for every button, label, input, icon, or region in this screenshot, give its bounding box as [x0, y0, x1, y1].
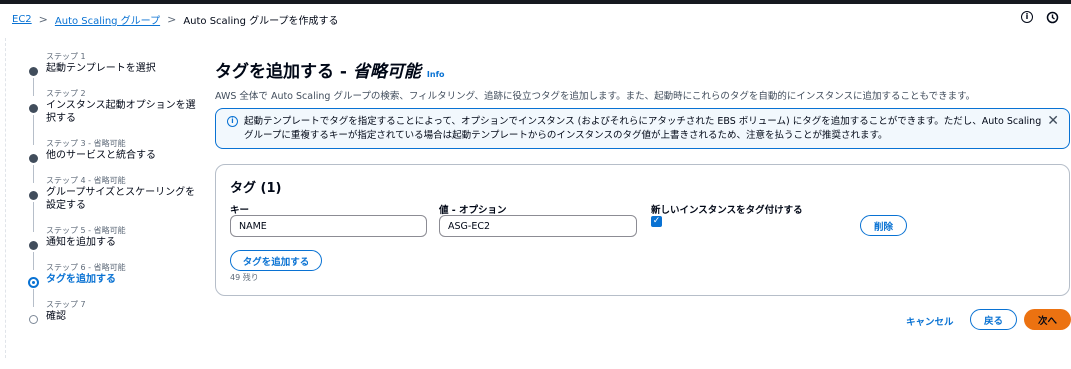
step-complete-icon [29, 241, 38, 250]
step-complete-icon [29, 67, 38, 76]
value-label: 値 - オプション [439, 205, 507, 216]
tag-key-input[interactable]: NAME [230, 215, 427, 237]
chevron-right-icon: > [167, 13, 177, 26]
step-title: 確認 [46, 311, 66, 322]
step-number: ステップ 7 [46, 300, 86, 309]
page-title: タグを追加する - 省略可能 Info [215, 57, 1071, 82]
add-tag-button[interactable]: タグを追加する [230, 250, 322, 271]
step-number: ステップ 4 - 省略可能 [46, 176, 126, 185]
step-title: 起動テンプレートを選択 [46, 63, 156, 74]
key-label: キー [230, 205, 250, 216]
cancel-button[interactable]: キャンセル [906, 314, 954, 328]
step-pending-icon [29, 315, 38, 324]
wizard-step-6[interactable]: ステップ 6 - 省略可能 タグを追加する [28, 263, 196, 307]
tags-remaining: 49 残り [230, 273, 259, 282]
nav-divider [0, 38, 6, 358]
breadcrumb-auto-scaling-groups[interactable]: Auto Scaling グループ [55, 12, 160, 27]
step-title: インスタンス起動オプションを選択する [46, 100, 196, 124]
tags-panel-title: タグ (1) [230, 181, 282, 196]
step-title: 他のサービスと統合する [46, 150, 156, 161]
tag-value-input[interactable]: ASG-EC2 [439, 215, 637, 237]
step-title: 通知を追加する [46, 237, 116, 248]
header-tools: i [1021, 11, 1059, 24]
step-complete-icon [29, 104, 38, 113]
alert-text: 起動テンプレートでタグを指定することによって、オプションでインスタンス (および… [244, 116, 1042, 141]
info-circle-icon[interactable]: i [1021, 11, 1033, 23]
page-header: タグを追加する - 省略可能 Info AWS 全体で Auto Scaling… [215, 57, 1071, 102]
tags-panel: タグ (1) キー 値 - オプション 新しいインスタンスをタグ付けする NAM… [215, 164, 1070, 296]
info-circle-icon: i [227, 116, 238, 127]
step-current-icon [28, 277, 39, 288]
info-alert: i 起動テンプレートでタグを指定することによって、オプションでインスタンス (お… [215, 108, 1070, 149]
breadcrumb-ec2[interactable]: EC2 [12, 14, 32, 25]
propagate-checkbox[interactable]: ✓ [651, 216, 662, 227]
next-button[interactable]: 次へ [1024, 309, 1071, 330]
close-icon[interactable]: ✕ [1047, 114, 1059, 128]
step-number: ステップ 5 - 省略可能 [46, 226, 126, 235]
page-title-optional: 省略可能 [352, 62, 421, 82]
clock-icon[interactable] [1046, 11, 1059, 24]
wizard-step-5[interactable]: ステップ 5 - 省略可能 通知を追加する [28, 226, 196, 270]
wizard-step-2[interactable]: ステップ 2 インスタンス起動オプションを選択する [28, 89, 196, 145]
step-number: ステップ 2 [46, 89, 86, 98]
propagate-label: 新しいインスタンスをタグ付けする [651, 205, 803, 216]
page-description: AWS 全体で Auto Scaling グループの検索、フィルタリング、追跡に… [215, 91, 976, 102]
step-complete-icon [29, 191, 38, 200]
wizard-steps: ステップ 1 起動テンプレートを選択 ステップ 2 インスタンス起動オプションを… [28, 52, 196, 337]
step-number: ステップ 6 - 省略可能 [46, 263, 126, 272]
page-title-text: タグを追加する - [215, 62, 353, 82]
step-number: ステップ 1 [46, 52, 86, 61]
remove-tag-button[interactable]: 削除 [860, 215, 907, 236]
wizard-step-4[interactable]: ステップ 4 - 省略可能 グループサイズとスケーリングを設定する [28, 176, 196, 232]
step-title: タグを追加する [46, 274, 116, 285]
chevron-right-icon: > [38, 13, 48, 26]
step-number: ステップ 3 - 省略可能 [46, 139, 126, 148]
step-complete-icon [29, 154, 38, 163]
wizard-step-7[interactable]: ステップ 7 確認 [28, 300, 196, 337]
wizard-step-1[interactable]: ステップ 1 起動テンプレートを選択 [28, 52, 196, 96]
breadcrumb: EC2 > Auto Scaling グループ > Auto Scaling グ… [12, 12, 339, 27]
info-link[interactable]: Info [427, 70, 445, 79]
step-title: グループサイズとスケーリングを設定する [46, 187, 196, 211]
breadcrumb-current: Auto Scaling グループを作成する [183, 16, 339, 27]
top-border [0, 0, 1071, 4]
wizard-step-3[interactable]: ステップ 3 - 省略可能 他のサービスと統合する [28, 139, 196, 183]
back-button[interactable]: 戻る [970, 309, 1017, 330]
